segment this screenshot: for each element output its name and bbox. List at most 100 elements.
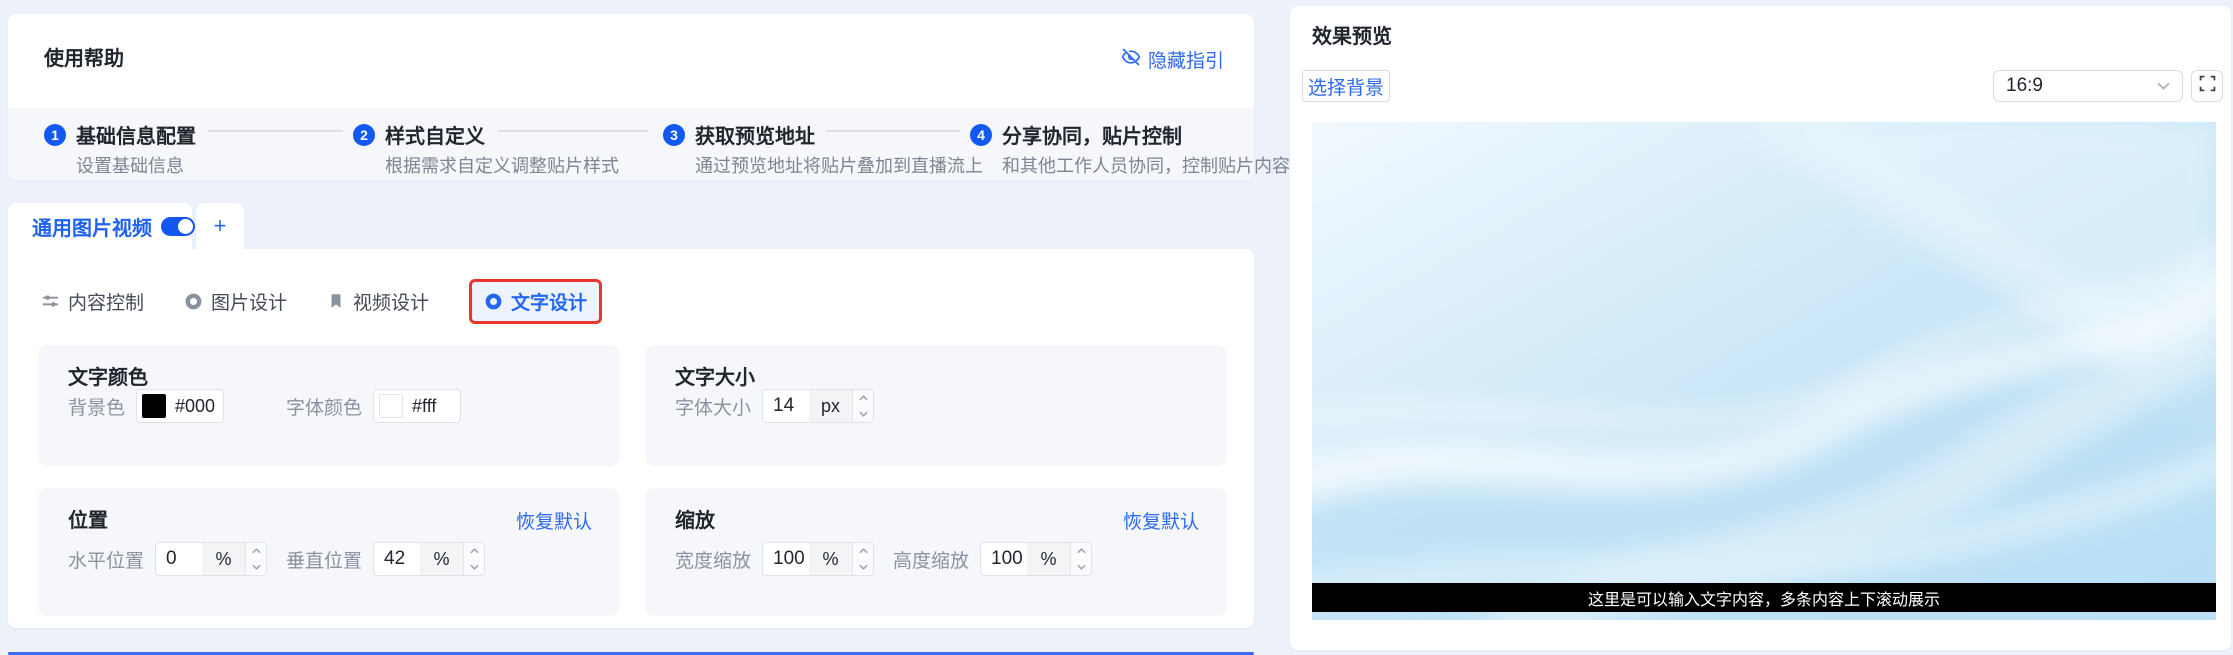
position-reset-link[interactable]: 恢复默认 bbox=[516, 507, 592, 534]
panel-title: 位置 bbox=[68, 510, 108, 532]
step-2-number: 2 bbox=[353, 123, 375, 146]
step-3: 3 获取预览地址 bbox=[663, 120, 815, 149]
step-1: 1 基础信息配置 bbox=[44, 120, 196, 149]
step-1-desc: 设置基础信息 bbox=[76, 156, 184, 176]
tab-image-design[interactable]: 图片设计 bbox=[184, 288, 287, 315]
horizontal-position-input[interactable] bbox=[156, 543, 203, 575]
vertical-position-input[interactable] bbox=[374, 543, 421, 575]
tab-label: 文字设计 bbox=[511, 292, 588, 314]
tab-label: 视频设计 bbox=[353, 292, 430, 314]
toggle-knob bbox=[178, 218, 193, 234]
position-panel: 位置 恢复默认 水平位置 % 垂直位置 % bbox=[38, 488, 620, 616]
step-2-desc: 根据需求自定义调整贴片样式 bbox=[385, 156, 619, 176]
ring-icon bbox=[184, 292, 203, 311]
font-size-label: 字体大小 bbox=[675, 397, 752, 419]
height-scale-input[interactable] bbox=[981, 543, 1028, 575]
aspect-ratio-select[interactable]: 16:9 bbox=[1993, 70, 2183, 102]
usage-help-card: 使用帮助 隐藏指引 1 基础信息配置 设置基础信息 2 样式自定义 根据需求自定… bbox=[8, 14, 1290, 180]
unit-label: % bbox=[1027, 543, 1071, 575]
horizontal-position-stepper: % bbox=[155, 542, 268, 576]
width-scale-input[interactable] bbox=[763, 543, 810, 575]
color-hex-value: #000 bbox=[175, 395, 216, 416]
sliders-icon bbox=[41, 292, 60, 311]
preview-title: 效果预览 bbox=[1312, 26, 1392, 48]
stepper-up-icon[interactable] bbox=[853, 543, 873, 559]
stepper-up-icon[interactable] bbox=[246, 543, 266, 559]
bookmark-icon bbox=[327, 292, 345, 310]
help-title: 使用帮助 bbox=[44, 48, 124, 70]
step-1-number: 1 bbox=[44, 123, 66, 146]
step-4-desc: 和其他工作人员协同，控制贴片内容 bbox=[1002, 156, 1290, 176]
vertical-position-stepper: % bbox=[373, 542, 486, 576]
step-connector bbox=[208, 130, 343, 132]
background-color-picker[interactable]: #000 bbox=[136, 389, 225, 423]
text-color-panel: 文字颜色 背景色 #000 字体颜色 #fff bbox=[38, 345, 620, 466]
plus-icon: + bbox=[213, 213, 227, 238]
hide-guide-label: 隐藏指引 bbox=[1147, 51, 1224, 72]
tab-video-design[interactable]: 视频设计 bbox=[327, 288, 429, 315]
preview-stage: 这里是可以输入文字内容，多条内容上下滚动展示 bbox=[1312, 122, 2216, 620]
hide-guide-link[interactable]: 隐藏指引 bbox=[1121, 46, 1224, 73]
panel-title: 文字大小 bbox=[675, 367, 755, 389]
step-connector bbox=[826, 130, 960, 132]
step-3-desc: 通过预览地址将贴片叠加到直播流上 bbox=[695, 156, 983, 176]
design-tabs: 内容控制 图片设计 视频设计 文字设计 bbox=[41, 278, 603, 324]
stepper-down-icon[interactable] bbox=[246, 559, 266, 575]
step-3-title: 获取预览地址 bbox=[695, 126, 815, 148]
step-2-title: 样式自定义 bbox=[385, 126, 485, 148]
stepper-down-icon[interactable] bbox=[853, 559, 873, 575]
scale-panel: 缩放 恢复默认 宽度缩放 % 高度缩放 % bbox=[645, 488, 1227, 616]
eye-off-icon bbox=[1121, 47, 1141, 73]
unit-label: px bbox=[809, 390, 853, 422]
stepper-down-icon[interactable] bbox=[853, 406, 873, 422]
step-4-number: 4 bbox=[970, 123, 992, 146]
stepper-up-icon[interactable] bbox=[464, 543, 484, 559]
font-size-input[interactable] bbox=[763, 390, 810, 422]
step-connector bbox=[498, 130, 648, 132]
active-tab-highlight: 文字设计 bbox=[469, 278, 603, 324]
horizontal-position-label: 水平位置 bbox=[68, 550, 145, 572]
color-swatch bbox=[142, 394, 167, 418]
text-size-panel: 文字大小 字体大小 px bbox=[645, 345, 1227, 466]
fullscreen-icon bbox=[2199, 75, 2216, 97]
width-scale-stepper: % bbox=[762, 542, 875, 576]
tab-label: 图片设计 bbox=[211, 292, 288, 314]
height-scale-stepper: % bbox=[980, 542, 1093, 576]
tab-content-control[interactable]: 内容控制 bbox=[41, 288, 144, 315]
font-color-picker[interactable]: #fff bbox=[373, 389, 462, 423]
step-1-title: 基础信息配置 bbox=[76, 126, 196, 148]
aspect-ratio-value: 16:9 bbox=[2006, 75, 2043, 96]
tab-text-design[interactable]: 文字设计 bbox=[484, 288, 587, 315]
height-scale-label: 高度缩放 bbox=[893, 550, 970, 572]
unit-label: % bbox=[809, 543, 853, 575]
font-size-stepper: px bbox=[762, 389, 875, 423]
panel-title: 缩放 bbox=[675, 510, 715, 532]
vertical-position-label: 垂直位置 bbox=[286, 550, 363, 572]
steps-band: 1 基础信息配置 设置基础信息 2 样式自定义 根据需求自定义调整贴片样式 3 … bbox=[8, 108, 1290, 180]
scale-reset-link[interactable]: 恢复默认 bbox=[1123, 507, 1199, 534]
chevron-down-icon bbox=[2157, 75, 2170, 97]
stepper-up-icon[interactable] bbox=[1071, 543, 1091, 559]
stepper-up-icon[interactable] bbox=[853, 390, 873, 406]
font-color-label: 字体颜色 bbox=[286, 397, 363, 419]
tab-label: 内容控制 bbox=[68, 292, 145, 314]
source-tab-general-media[interactable]: 通用图片视频 ⋮ bbox=[8, 203, 225, 249]
select-background-button[interactable]: 选择背景 bbox=[1302, 70, 1390, 102]
step-4-title: 分享协同，贴片控制 bbox=[1002, 126, 1182, 148]
stepper-down-icon[interactable] bbox=[1071, 559, 1091, 575]
panel-title: 文字颜色 bbox=[68, 367, 148, 389]
add-source-tab-button[interactable]: + bbox=[196, 203, 244, 249]
preview-overlay-text-bar: 这里是可以输入文字内容，多条内容上下滚动展示 bbox=[1312, 583, 2216, 612]
step-4: 4 分享协同，贴片控制 bbox=[970, 120, 1182, 149]
step-2: 2 样式自定义 bbox=[353, 120, 485, 149]
fullscreen-button[interactable] bbox=[2191, 70, 2223, 102]
preview-background-image bbox=[1312, 122, 2216, 620]
background-color-label: 背景色 bbox=[68, 397, 126, 419]
unit-label: % bbox=[202, 543, 246, 575]
general-media-toggle[interactable] bbox=[161, 216, 195, 236]
color-hex-value: #fff bbox=[412, 395, 437, 416]
stepper-down-icon[interactable] bbox=[464, 559, 484, 575]
sticker-settings-card: 内容控制 图片设计 视频设计 文字设计 文字颜色 背景色 #000 字体颜色 #… bbox=[8, 249, 1254, 628]
effect-preview-card: 效果预览 选择背景 16:9 这里是可以输入文字内容，多条内容上下滚动展示 bbox=[1290, 6, 2231, 650]
unit-label: % bbox=[420, 543, 464, 575]
